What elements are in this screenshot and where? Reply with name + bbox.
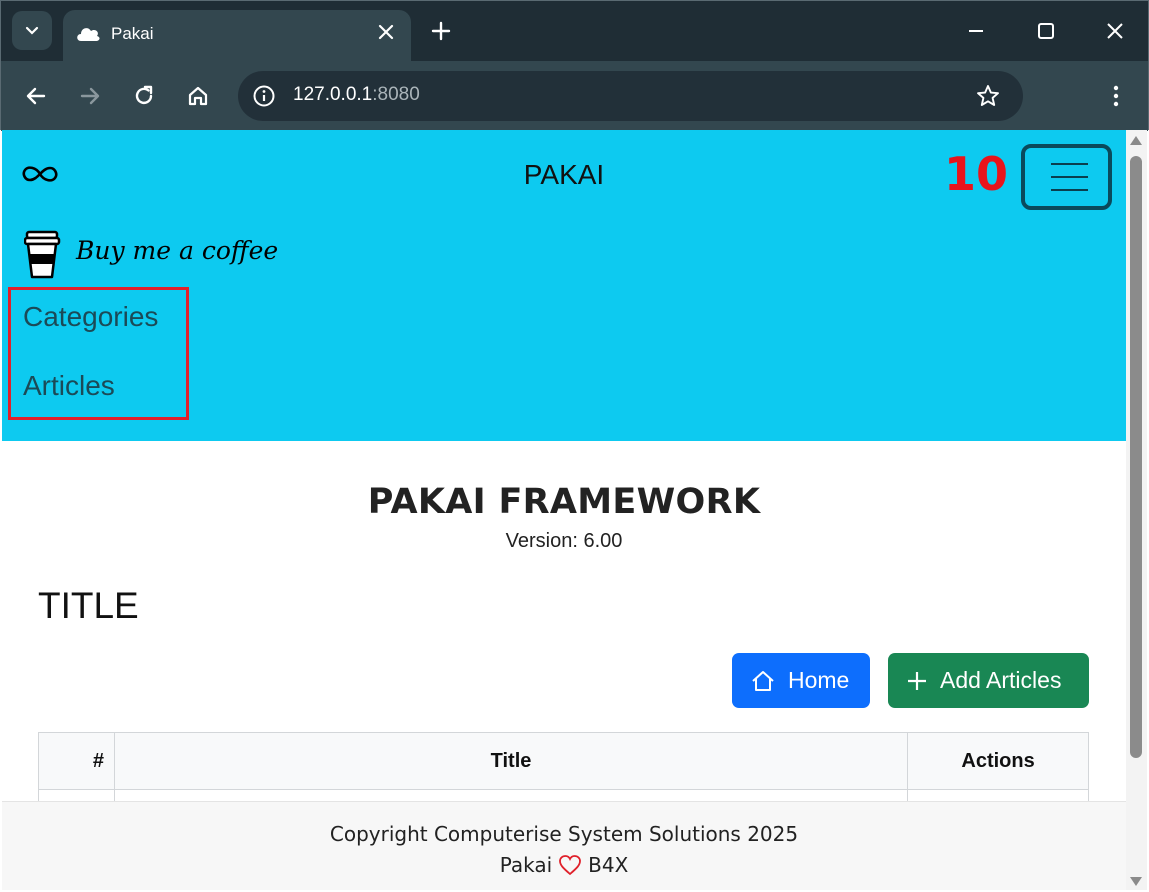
star-icon[interactable] (975, 83, 1001, 109)
house-icon (752, 670, 774, 691)
footer-right: B4X (588, 853, 629, 877)
tab-search-button[interactable] (12, 11, 52, 50)
buy-me-a-coffee-link[interactable]: Buy me a coffee (24, 228, 278, 280)
back-arrow-icon[interactable] (23, 83, 49, 109)
navbar: PAKAI 10 Buy me a coffee Categories Arti… (2, 130, 1126, 441)
url-text: 127.0.0.1:8080 (293, 84, 420, 106)
column-header-title: Title (113, 732, 909, 790)
maximize-icon[interactable] (1034, 19, 1058, 43)
vertical-scrollbar[interactable] (1126, 130, 1147, 890)
column-header-number: # (38, 732, 115, 790)
forward-arrow-icon[interactable] (77, 83, 103, 109)
scroll-down-arrow-icon[interactable] (1130, 877, 1142, 886)
scrollbar-thumb[interactable] (1130, 156, 1142, 758)
annotation-number: 10 (944, 147, 1009, 201)
nav-link-articles[interactable]: Articles (23, 370, 115, 402)
page-viewport: PAKAI 10 Buy me a coffee Categories Arti… (2, 130, 1126, 890)
nav-links-highlight: Categories Articles (8, 287, 189, 420)
table-header-row: # Title Actions (38, 732, 1089, 790)
footer: Copyright Computerise System Solutions 2… (2, 801, 1126, 890)
browser-toolbar: 127.0.0.1:8080 (1, 61, 1148, 131)
framework-title: PAKAI FRAMEWORK (367, 482, 761, 522)
coffee-label: Buy me a coffee (76, 236, 279, 265)
cloud-favicon-icon (77, 28, 100, 41)
hamburger-line (1051, 189, 1088, 191)
window-close-icon[interactable] (1103, 19, 1127, 43)
browser-tab[interactable]: Pakai (63, 10, 411, 61)
tab-strip: Pakai (1, 1, 1148, 61)
url-host: 127.0.0.1 (293, 84, 373, 105)
tab-title: Pakai (111, 24, 154, 43)
chevron-down-icon (25, 26, 39, 35)
minimize-icon[interactable] (964, 19, 988, 43)
home-button[interactable]: Home (732, 653, 870, 708)
home-icon[interactable] (185, 83, 211, 109)
navbar-toggler-button[interactable] (1021, 144, 1112, 210)
add-articles-label: Add Articles (940, 667, 1062, 693)
plus-icon (908, 671, 926, 690)
info-icon[interactable] (252, 84, 276, 108)
nav-link-categories[interactable]: Categories (23, 301, 158, 333)
footer-left: Pakai (499, 853, 553, 877)
heart-icon (559, 855, 582, 876)
reload-icon[interactable] (131, 83, 157, 109)
hamburger-line (1051, 163, 1088, 165)
address-bar[interactable]: 127.0.0.1:8080 (238, 71, 1023, 121)
page-title: TITLE (38, 585, 139, 626)
url-port: :8080 (372, 84, 420, 105)
footer-copyright: Copyright Computerise System Solutions 2… (329, 822, 799, 846)
browser-chrome: Pakai 127.0.0.1:8080 (0, 0, 1149, 131)
plus-icon[interactable] (429, 19, 453, 43)
close-icon[interactable] (375, 21, 397, 43)
column-header-actions: Actions (907, 732, 1089, 790)
hamburger-line (1051, 176, 1088, 178)
home-button-label: Home (788, 667, 850, 693)
add-articles-button[interactable]: Add Articles (888, 653, 1089, 708)
footer-credits: Pakai B4X (2, 853, 1126, 877)
coffee-cup-icon (24, 230, 61, 279)
framework-version: Version: 6.00 (505, 530, 623, 552)
scroll-up-arrow-icon[interactable] (1130, 136, 1142, 145)
kebab-menu-icon[interactable] (1104, 83, 1128, 109)
